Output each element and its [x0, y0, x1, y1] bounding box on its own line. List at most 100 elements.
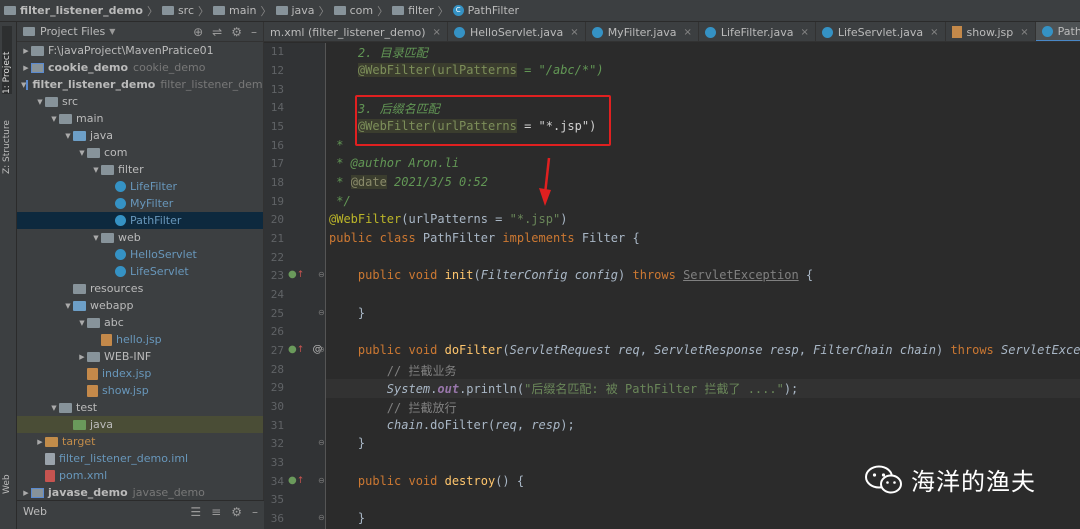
tree-item[interactable]: ▶ javase_demo javase_demo	[17, 484, 263, 501]
code-line[interactable]: *	[329, 138, 343, 152]
code-line[interactable]: // 拦截业务	[329, 362, 457, 379]
tree-item[interactable]: LifeFilter	[17, 178, 263, 195]
web-panel-header[interactable]: Web ☰ ≡ ⚙ –	[17, 500, 264, 522]
chevron-right-icon[interactable]: ▶	[21, 47, 31, 55]
tree-item[interactable]: hello.jsp	[17, 331, 263, 348]
web-tool-tab[interactable]: Web	[2, 464, 12, 494]
override-marker-icon[interactable]: ●↑	[288, 269, 304, 280]
code-line[interactable]: System.out.println("后缀名匹配: 被 PathFilter …	[329, 380, 798, 397]
structure-tool-tab[interactable]: Z: Structure	[2, 114, 12, 174]
chevron-right-icon[interactable]: ▶	[21, 64, 31, 72]
tree-item[interactable]: java	[17, 416, 263, 433]
chevron-down-icon[interactable]: ▼	[91, 234, 101, 242]
close-icon[interactable]: ×	[1020, 27, 1028, 38]
code-line[interactable]: @WebFilter(urlPatterns = "/abc/*")	[329, 63, 604, 77]
code-line[interactable]: */	[329, 194, 350, 208]
code-line[interactable]: // 拦截放行	[329, 399, 457, 416]
tree-item[interactable]: filter_listener_demo.iml	[17, 450, 263, 467]
code-line[interactable]: }	[329, 436, 365, 450]
gear-icon[interactable]: ⚙	[231, 25, 242, 39]
close-icon[interactable]: ×	[683, 27, 691, 38]
project-tool-tab[interactable]: 1: Project	[2, 26, 12, 94]
editor-tab[interactable]: LifeFilter.java ×	[699, 22, 816, 41]
tree-item[interactable]: show.jsp	[17, 382, 263, 399]
tree-item[interactable]: ▼ src	[17, 93, 263, 110]
locate-icon[interactable]: ⊕	[193, 25, 203, 39]
override-marker-icon[interactable]: ●↑	[288, 475, 304, 486]
chevron-down-icon[interactable]: ▼	[63, 132, 73, 140]
hide-icon[interactable]: –	[251, 25, 257, 39]
fold-icon[interactable]: ⊖	[318, 476, 325, 485]
code-line[interactable]: * @author Aron.li	[329, 156, 459, 170]
code-line[interactable]: }	[329, 306, 365, 320]
tree-item[interactable]: LifeServlet	[17, 263, 263, 280]
close-icon[interactable]: ×	[800, 27, 808, 38]
code-line[interactable]: public class PathFilter implements Filte…	[329, 231, 640, 245]
tree-item[interactable]: ▼ webapp	[17, 297, 263, 314]
breadcrumb-item[interactable]: filter	[392, 4, 434, 17]
gear-icon[interactable]: ⚙	[231, 505, 242, 519]
code-line[interactable]: public void doFilter(ServletRequest req,…	[329, 343, 1080, 357]
editor-tab[interactable]: HelloServlet.java ×	[448, 22, 586, 41]
tree-item[interactable]: ▼ filter	[17, 161, 263, 178]
hide-icon[interactable]: –	[252, 505, 258, 519]
tree-item[interactable]: HelloServlet	[17, 246, 263, 263]
code-line[interactable]: }	[329, 511, 365, 525]
close-icon[interactable]: ×	[570, 27, 578, 38]
tree-item[interactable]: ▼ java	[17, 127, 263, 144]
breadcrumb-item[interactable]: C PathFilter	[452, 4, 519, 17]
tree-item[interactable]: ▶ cookie_demo cookie_demo	[17, 59, 263, 76]
collapse-icon[interactable]: ≡	[211, 505, 221, 519]
tree-item[interactable]: ▼ test	[17, 399, 263, 416]
breadcrumb-item[interactable]: filter_listener_demo	[4, 4, 143, 17]
tree-item[interactable]: index.jsp	[17, 365, 263, 382]
fold-icon[interactable]: ⊖	[318, 438, 325, 447]
fold-icon[interactable]: ⊖	[318, 270, 325, 279]
chevron-right-icon[interactable]: ▶	[35, 438, 45, 446]
tree-item[interactable]: ▶ F:\javaProject\MavenPratice01	[17, 42, 263, 59]
breadcrumb-item[interactable]: main	[213, 4, 257, 17]
chevron-down-icon[interactable]: ▼	[109, 27, 115, 36]
close-icon[interactable]: ×	[433, 27, 441, 38]
collapse-icon[interactable]: ⇌	[212, 25, 222, 39]
tree-item[interactable]: ▶ WEB-INF	[17, 348, 263, 365]
chevron-down-icon[interactable]: ▼	[49, 404, 59, 412]
expand-icon[interactable]: ☰	[190, 505, 201, 519]
editor-tab[interactable]: LifeServlet.java ×	[816, 22, 946, 41]
chevron-down-icon[interactable]: ▼	[77, 149, 87, 157]
code-line[interactable]: 2. 目录匹配	[329, 44, 428, 61]
editor-tab[interactable]: MyFilter.java ×	[586, 22, 699, 41]
tree-item[interactable]: pom.xml	[17, 467, 263, 484]
chevron-right-icon[interactable]: ▶	[21, 489, 31, 497]
tree-item[interactable]: ▼ abc	[17, 314, 263, 331]
code-line[interactable]: chain.doFilter(req, resp);	[329, 418, 575, 432]
tree-item[interactable]: ▼ main	[17, 110, 263, 127]
fold-icon[interactable]: ⊖	[318, 308, 325, 317]
breadcrumb-item[interactable]: java	[275, 4, 315, 17]
tree-item[interactable]: MyFilter	[17, 195, 263, 212]
tree-item[interactable]: PathFilter	[17, 212, 263, 229]
editor-tab[interactable]: PathFilter.java×	[1035, 22, 1080, 41]
tree-item[interactable]: ▶ target	[17, 433, 263, 450]
code-line[interactable]: * @date 2021/3/5 0:52	[329, 175, 488, 189]
breadcrumb-item[interactable]: src	[161, 4, 194, 17]
tree-item[interactable]: ▼ com	[17, 144, 263, 161]
fold-icon[interactable]: ⊖	[318, 513, 325, 522]
fold-icon[interactable]: ⊖	[318, 345, 325, 354]
chevron-down-icon[interactable]: ▼	[49, 115, 59, 123]
editor-tab[interactable]: show.jsp ×	[946, 22, 1036, 41]
close-icon[interactable]: ×	[930, 27, 938, 38]
chevron-down-icon[interactable]: ▼	[35, 98, 45, 106]
chevron-down-icon[interactable]: ▼	[63, 302, 73, 310]
chevron-down-icon[interactable]: ▼	[91, 166, 101, 174]
breadcrumb-item[interactable]: com	[333, 4, 373, 17]
chevron-down-icon[interactable]: ▼	[77, 319, 87, 327]
tree-item[interactable]: resources	[17, 280, 263, 297]
tree-item[interactable]: ▼ web	[17, 229, 263, 246]
tree-item[interactable]: ▼ filter_listener_demo filter_listener_dem…	[17, 76, 263, 93]
code-line[interactable]: public void init(FilterConfig config) th…	[329, 268, 813, 282]
editor-tab[interactable]: m.xml (filter_listener_demo) ×	[264, 22, 448, 41]
chevron-right-icon[interactable]: ▶	[77, 353, 87, 361]
code-line[interactable]: public void destroy() {	[329, 474, 524, 488]
code-line[interactable]: @WebFilter(urlPatterns = "*.jsp")	[329, 212, 567, 226]
